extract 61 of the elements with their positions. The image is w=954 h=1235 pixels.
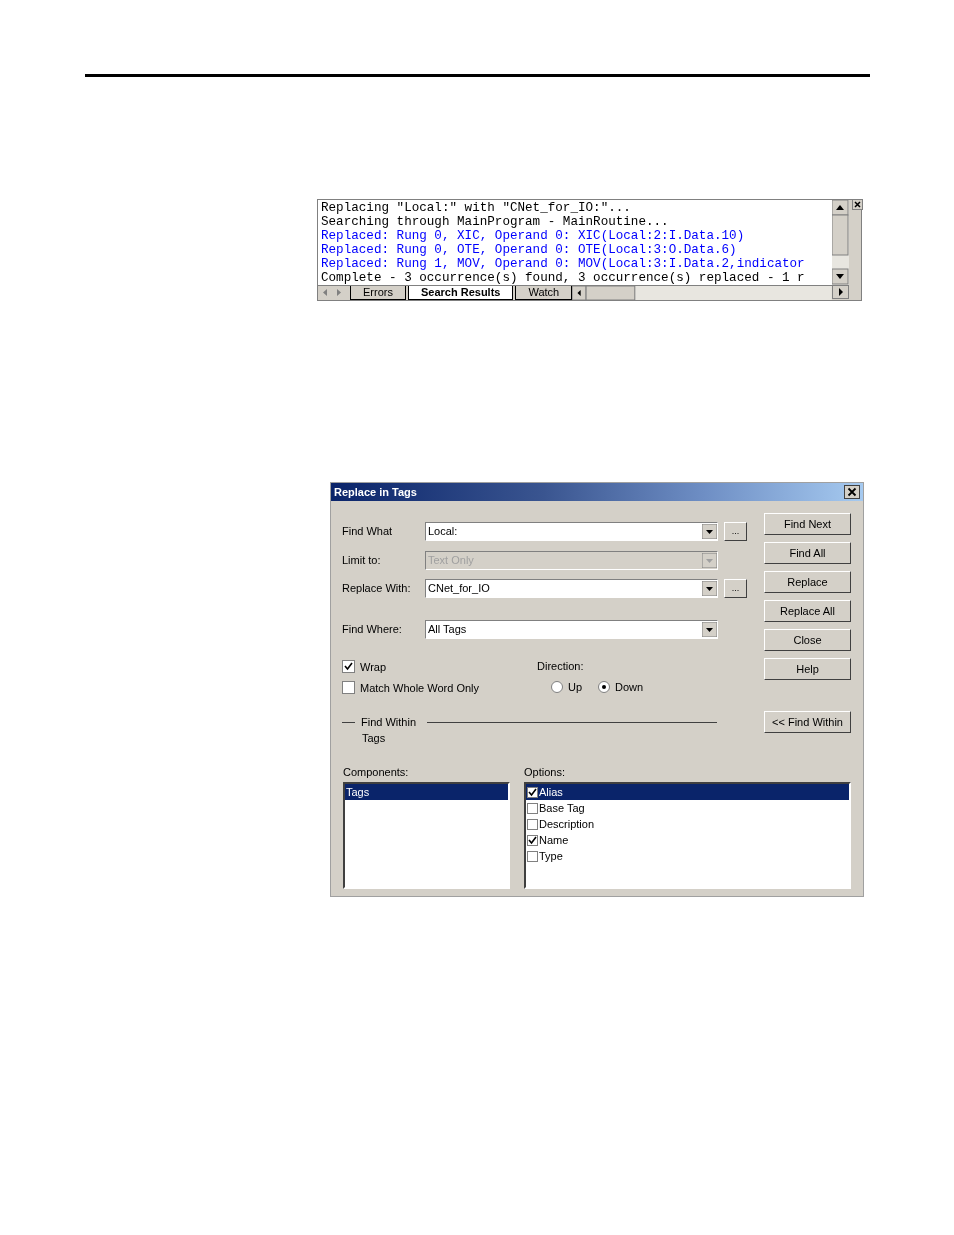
list-item[interactable]: Base Tag <box>526 800 849 816</box>
dialog-button[interactable]: Find Next <box>764 513 851 535</box>
field-label: Replace With: <box>342 582 412 594</box>
checkbox[interactable] <box>342 681 355 694</box>
browse-button[interactable]: ... <box>724 521 747 541</box>
radio-label: Up <box>568 680 583 693</box>
dropdown-arrow-icon[interactable] <box>702 621 717 637</box>
option-label: Type <box>539 850 563 862</box>
vertical-scrollbar[interactable] <box>832 200 849 285</box>
output-line: Searching through MainProgram - MainRoutine... <box>321 215 670 229</box>
list-item[interactable]: Description <box>526 816 849 832</box>
dropdown-field[interactable]: CNet_for_IO <box>425 578 718 598</box>
list-item[interactable]: Tags <box>345 784 508 800</box>
output-line: Replaced: Rung 0, XIC, Operand 0: XIC(Local:2:I.Data.10) <box>321 229 746 243</box>
checkbox[interactable] <box>527 818 538 830</box>
radio-label: Down <box>615 680 644 693</box>
dropdown-field[interactable]: Local: <box>425 521 718 541</box>
list-item[interactable]: Alias <box>526 784 849 800</box>
list-item[interactable]: Type <box>526 848 849 864</box>
field-label: Limit to: <box>342 554 382 566</box>
dropdown-arrow-icon[interactable] <box>702 580 717 596</box>
find-within-button[interactable]: << Find Within <box>764 711 851 733</box>
close-icon[interactable] <box>844 485 860 499</box>
dialog-button[interactable]: Replace All <box>764 600 851 622</box>
window-title: Replace in Tags <box>334 486 417 498</box>
checkbox-label: Match Whole Word Only <box>360 681 479 694</box>
output-line: Complete - 3 occurrence(s) found, 3 occurrence(s) replaced - 1 r <box>321 271 806 285</box>
checkbox[interactable] <box>342 660 355 673</box>
radio-button[interactable] <box>598 680 611 693</box>
dialog-button[interactable]: Help <box>764 658 851 680</box>
option-label: Description <box>539 818 595 830</box>
field-label: Find What <box>342 525 394 537</box>
output-tab[interactable]: Search Results <box>407 286 514 300</box>
output-line: Replaced: Rung 0, OTE, Operand 0: OTE(Local:3:O.Data.6) <box>321 243 738 257</box>
list-item[interactable]: Name <box>526 832 849 848</box>
list-label: Options: <box>524 766 566 778</box>
option-label: Alias <box>539 786 563 798</box>
direction-label: Direction: <box>537 660 585 672</box>
group-label: Find Within <box>361 716 417 728</box>
dialog-button[interactable]: Replace <box>764 571 851 593</box>
list-label: Components: <box>343 766 410 778</box>
output-line: Replaced: Rung 1, MOV, Operand 0: MOV(Local:3:I.Data.2,indicator <box>321 257 806 271</box>
option-label: Name <box>539 834 569 846</box>
checkbox-label: Wrap <box>360 660 387 673</box>
output-tab[interactable]: Errors <box>350 286 406 300</box>
checkbox[interactable] <box>527 850 538 862</box>
dropdown-field[interactable]: All Tags <box>425 619 718 639</box>
field-label: Find Where: <box>342 623 403 635</box>
checkbox[interactable] <box>527 786 538 798</box>
radio-button[interactable] <box>551 680 563 693</box>
option-label: Base Tag <box>539 802 585 814</box>
checkbox[interactable] <box>527 834 538 846</box>
dropdown-arrow-icon[interactable] <box>702 523 717 539</box>
horizontal-scrollbar[interactable] <box>572 286 832 300</box>
dialog-button[interactable]: Close <box>764 629 851 651</box>
checkbox[interactable] <box>527 802 538 814</box>
close-icon[interactable] <box>852 199 863 210</box>
group-value: Tags <box>362 732 387 744</box>
output-line: Replacing "Local:" with "CNet_for_IO:"... <box>321 201 632 215</box>
browse-button[interactable]: ... <box>724 578 747 598</box>
dialog-button[interactable]: Find All <box>764 542 851 564</box>
